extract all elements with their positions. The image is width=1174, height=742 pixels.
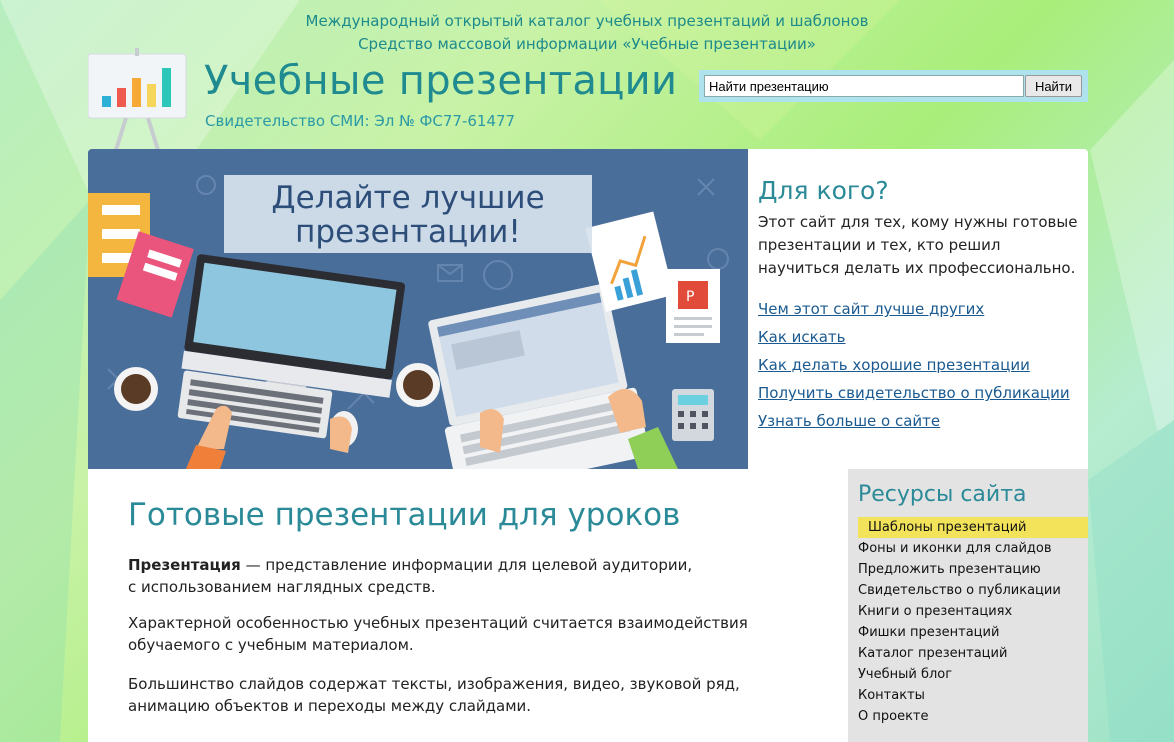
- link-get-certificate[interactable]: Получить свидетельство о публикации: [758, 379, 1070, 407]
- sidebar-resources: Ресурсы сайта Шаблоны презентаций Фоны и…: [848, 469, 1088, 742]
- sidebar-item-backgrounds[interactable]: Фоны и иконки для слайдов: [858, 538, 1088, 559]
- sidebar-item-catalog[interactable]: Каталог презентаций: [858, 643, 1088, 664]
- definition-line2: с использованием наглядных средств.: [128, 578, 436, 596]
- main-content: Готовые презентации для уроков Презентац…: [88, 469, 848, 742]
- page-title: Готовые презентации для уроков: [128, 497, 681, 533]
- link-why-better[interactable]: Чем этот сайт лучше других: [758, 295, 1070, 323]
- svg-text:P: P: [686, 289, 694, 305]
- definition-line1: — представление информации для целевой а…: [240, 556, 693, 574]
- search-button[interactable]: Найти: [1025, 75, 1082, 97]
- feature-line1: Характерной особенностью учебных презент…: [128, 614, 748, 632]
- search-form: Найти: [699, 70, 1088, 102]
- feature-line2: обучаемого с учебным материалом.: [128, 636, 414, 654]
- hero-slogan-line2: презентации!: [295, 214, 521, 250]
- tagline-catalog: Международный открытый каталог учебных п…: [305, 12, 869, 30]
- sidebar-item-certificate[interactable]: Свидетельство о публикации: [858, 580, 1088, 601]
- sidebar-item-books[interactable]: Книги о презентациях: [858, 601, 1088, 622]
- audience-panel: Для кого? Этот сайт для тех, кому нужны …: [748, 149, 1088, 469]
- sidebar-item-contacts[interactable]: Контакты: [858, 685, 1088, 706]
- audience-title: Для кого?: [758, 176, 889, 205]
- term-presentation: Презентация: [128, 556, 241, 574]
- sidebar-title: Ресурсы сайта: [858, 482, 1027, 507]
- sidebar-menu: Шаблоны презентаций Фоны и иконки для сл…: [858, 517, 1088, 727]
- sidebar-item-templates[interactable]: Шаблоны презентаций: [858, 517, 1088, 538]
- search-input[interactable]: [704, 75, 1024, 97]
- paragraph-slides: Большинство слайдов содержат тексты, изо…: [128, 673, 768, 717]
- sidebar-item-blog[interactable]: Учебный блог: [858, 664, 1088, 685]
- link-how-to-search[interactable]: Как искать: [758, 323, 1070, 351]
- audience-text: Этот сайт для тех, кому нужны готовые пр…: [758, 213, 1078, 277]
- paragraph-definition: Презентация — представление информации д…: [128, 554, 768, 598]
- sidebar-item-about[interactable]: О проекте: [858, 706, 1088, 727]
- logo-easel-chart-icon[interactable]: [88, 48, 188, 150]
- link-about-site[interactable]: Узнать больше о сайте: [758, 407, 1070, 435]
- slides-line1: Большинство слайдов содержат тексты, изо…: [128, 675, 740, 693]
- hero-banner-image[interactable]: P Делайте лучшие презентации!: [88, 149, 748, 469]
- hero-slogan: Делайте лучшие презентации!: [224, 175, 592, 253]
- media-certificate: Свидетельство СМИ: Эл № ФС77-61477: [205, 112, 516, 130]
- sidebar-item-tips[interactable]: Фишки презентаций: [858, 622, 1088, 643]
- slides-line2: анимацию объектов и переходы между слайд…: [128, 697, 532, 715]
- audience-links: Чем этот сайт лучше других Как искать Ка…: [758, 295, 1070, 435]
- hero-slogan-line1: Делайте лучшие: [271, 180, 545, 216]
- sidebar-item-submit[interactable]: Предложить презентацию: [858, 559, 1088, 580]
- link-how-to-make[interactable]: Как делать хорошие презентации: [758, 351, 1070, 379]
- site-title[interactable]: Учебные презентации: [204, 58, 677, 104]
- paragraph-feature: Характерной особенностью учебных презент…: [128, 612, 768, 656]
